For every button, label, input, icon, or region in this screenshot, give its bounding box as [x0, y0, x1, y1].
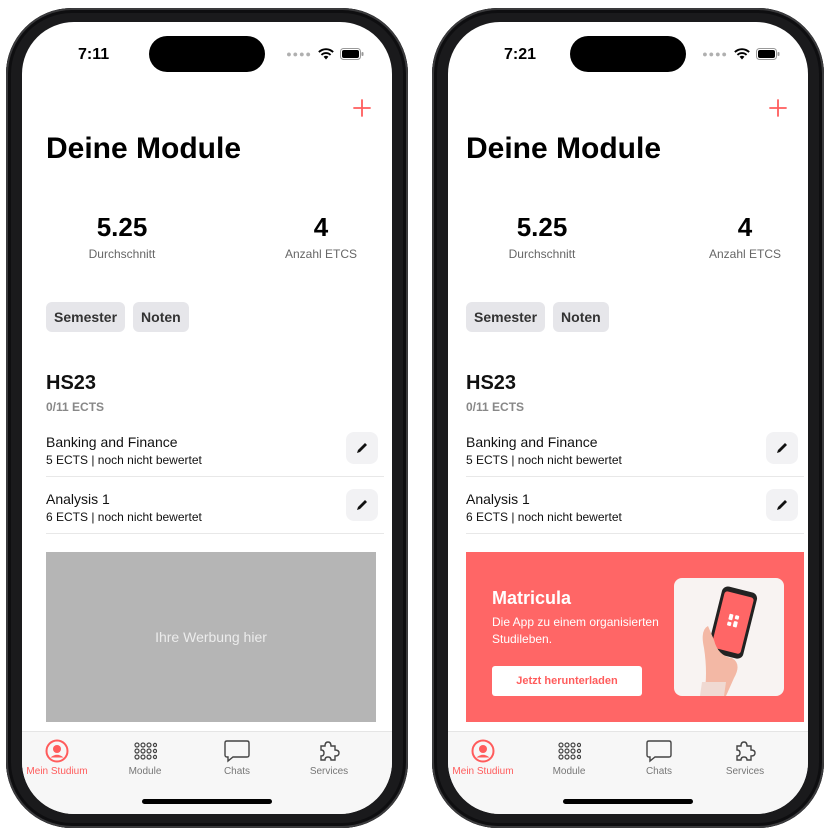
pencil-icon — [357, 500, 367, 510]
ects-value: 4 — [737, 212, 753, 242]
pencil-icon — [777, 443, 787, 453]
ad-banner-matricula[interactable]: Matricula Die App zu einem organisierten… — [466, 552, 804, 722]
tab-label: Chats — [223, 766, 251, 777]
semester-title: HS23 — [46, 372, 97, 394]
module-meta: 5 ECTS | noch nicht bewertet — [46, 453, 202, 467]
tab-label: Mein Studium — [26, 766, 88, 777]
tab-bar: Mein Studium Module Chats Services — [448, 731, 808, 814]
tab-mein-studium[interactable]: Mein Studium — [448, 738, 518, 777]
module-meta: 6 ECTS | noch nicht bewertet — [466, 510, 622, 524]
phone-frame-left: 7:11 ●●●● Deine Module 5.25 Durchschnitt… — [6, 8, 408, 828]
page-title: Deine Module — [46, 132, 242, 165]
module-row[interactable]: Banking and Finance 5 ECTS | noch nicht … — [466, 432, 804, 477]
dynamic-island — [149, 36, 265, 72]
home-indicator[interactable] — [142, 799, 272, 804]
chip-semester[interactable]: Semester — [46, 302, 126, 332]
tab-label: Services — [725, 766, 765, 777]
add-module-button[interactable] — [766, 96, 790, 120]
signal-icon: ●●●● — [286, 49, 312, 59]
page-title: Deine Module — [466, 132, 662, 165]
dynamic-island — [570, 36, 686, 72]
wifi-icon — [734, 48, 750, 60]
tab-bar: Mein Studium Module Chats Services — [22, 731, 392, 814]
edit-module-button[interactable] — [346, 432, 378, 464]
signal-icon: ●●●● — [702, 49, 728, 59]
tab-label: Module — [128, 766, 162, 777]
tab-label: Module — [552, 766, 586, 777]
screen-left: 7:11 ●●●● Deine Module 5.25 Durchschnitt… — [22, 22, 392, 814]
ad-subtitle: Die App zu einem organisierten Studilebe… — [492, 615, 659, 646]
screen-right: 7:21 ●●●● Deine Module 5.25 Durchschnitt… — [448, 22, 808, 814]
semester-title: HS23 — [466, 372, 517, 394]
chip-noten[interactable]: Noten — [133, 302, 189, 332]
module-row[interactable]: Banking and Finance 5 ECTS | noch nicht … — [46, 432, 384, 477]
module-row[interactable]: Analysis 1 6 ECTS | noch nicht bewertet — [466, 489, 804, 534]
tab-chats[interactable]: Chats — [624, 738, 694, 777]
tab-module[interactable]: Module — [534, 738, 604, 777]
person-circle-icon — [45, 739, 69, 763]
download-button[interactable]: Jetzt herunterladen — [492, 666, 642, 696]
battery-icon — [340, 48, 364, 60]
module-row[interactable]: Analysis 1 6 ECTS | noch nicht bewertet — [46, 489, 384, 534]
semester-ects: 0/11 ECTS — [46, 400, 105, 414]
stat-average: 5.25 Durchschnitt — [482, 212, 602, 261]
tab-mein-studium[interactable]: Mein Studium — [22, 738, 92, 777]
plus-icon — [353, 99, 371, 117]
tab-module[interactable]: Module — [110, 738, 180, 777]
grid-dots-icon — [558, 742, 581, 760]
average-value: 5.25 — [516, 212, 568, 242]
phone-frame-right: 7:21 ●●●● Deine Module 5.25 Durchschnitt… — [432, 8, 824, 828]
ects-label: Anzahl ETCS — [284, 247, 358, 261]
module-name: Banking and Finance — [46, 434, 178, 450]
phone-in-hand-illustration — [674, 578, 784, 696]
ad-placeholder[interactable]: Ihre Werbung hier — [46, 552, 376, 722]
tab-services[interactable]: Services — [710, 738, 780, 777]
pencil-icon — [357, 443, 367, 453]
plus-icon — [769, 99, 787, 117]
grid-dots-icon — [134, 742, 157, 760]
module-meta: 6 ECTS | noch nicht bewertet — [46, 510, 202, 524]
person-circle-icon — [471, 739, 495, 763]
tab-label: Chats — [645, 766, 673, 777]
puzzle-icon — [320, 741, 340, 761]
average-value: 5.25 — [96, 212, 148, 242]
module-name: Banking and Finance — [466, 434, 598, 450]
module-name: Analysis 1 — [46, 491, 110, 507]
filter-chips: Semester Noten — [466, 302, 609, 332]
average-label: Durchschnitt — [88, 247, 156, 261]
semester-ects: 0/11 ECTS — [466, 400, 525, 414]
stat-average: 5.25 Durchschnitt — [62, 212, 182, 261]
ad-title: Matricula — [492, 588, 572, 608]
edit-module-button[interactable] — [766, 432, 798, 464]
chip-noten[interactable]: Noten — [553, 302, 609, 332]
home-indicator[interactable] — [563, 799, 693, 804]
stat-ects: 4 Anzahl ETCS — [266, 212, 376, 261]
tab-label: Mein Studium — [452, 766, 514, 777]
wifi-icon — [318, 48, 334, 60]
status-time: 7:11 — [78, 46, 110, 63]
filter-chips: Semester Noten — [46, 302, 189, 332]
ects-label: Anzahl ETCS — [708, 247, 782, 261]
stat-ects: 4 Anzahl ETCS — [690, 212, 800, 261]
puzzle-icon — [736, 741, 756, 761]
ad-placeholder-text: Ihre Werbung hier — [155, 629, 267, 645]
edit-module-button[interactable] — [766, 489, 798, 521]
chat-bubble-icon — [646, 740, 672, 763]
chip-semester[interactable]: Semester — [466, 302, 546, 332]
tab-label: Services — [309, 766, 349, 777]
status-icons: ●●●● — [286, 48, 364, 60]
status-time: 7:21 — [504, 46, 537, 63]
status-icons: ●●●● — [702, 48, 780, 60]
tab-chats[interactable]: Chats — [202, 738, 272, 777]
battery-icon — [756, 48, 780, 60]
chat-bubble-icon — [224, 740, 250, 763]
average-label: Durchschnitt — [508, 247, 576, 261]
tab-services[interactable]: Services — [294, 738, 364, 777]
add-module-button[interactable] — [350, 96, 374, 120]
ects-value: 4 — [313, 212, 329, 242]
edit-module-button[interactable] — [346, 489, 378, 521]
pencil-icon — [777, 500, 787, 510]
module-meta: 5 ECTS | noch nicht bewertet — [466, 453, 622, 467]
module-name: Analysis 1 — [466, 491, 530, 507]
